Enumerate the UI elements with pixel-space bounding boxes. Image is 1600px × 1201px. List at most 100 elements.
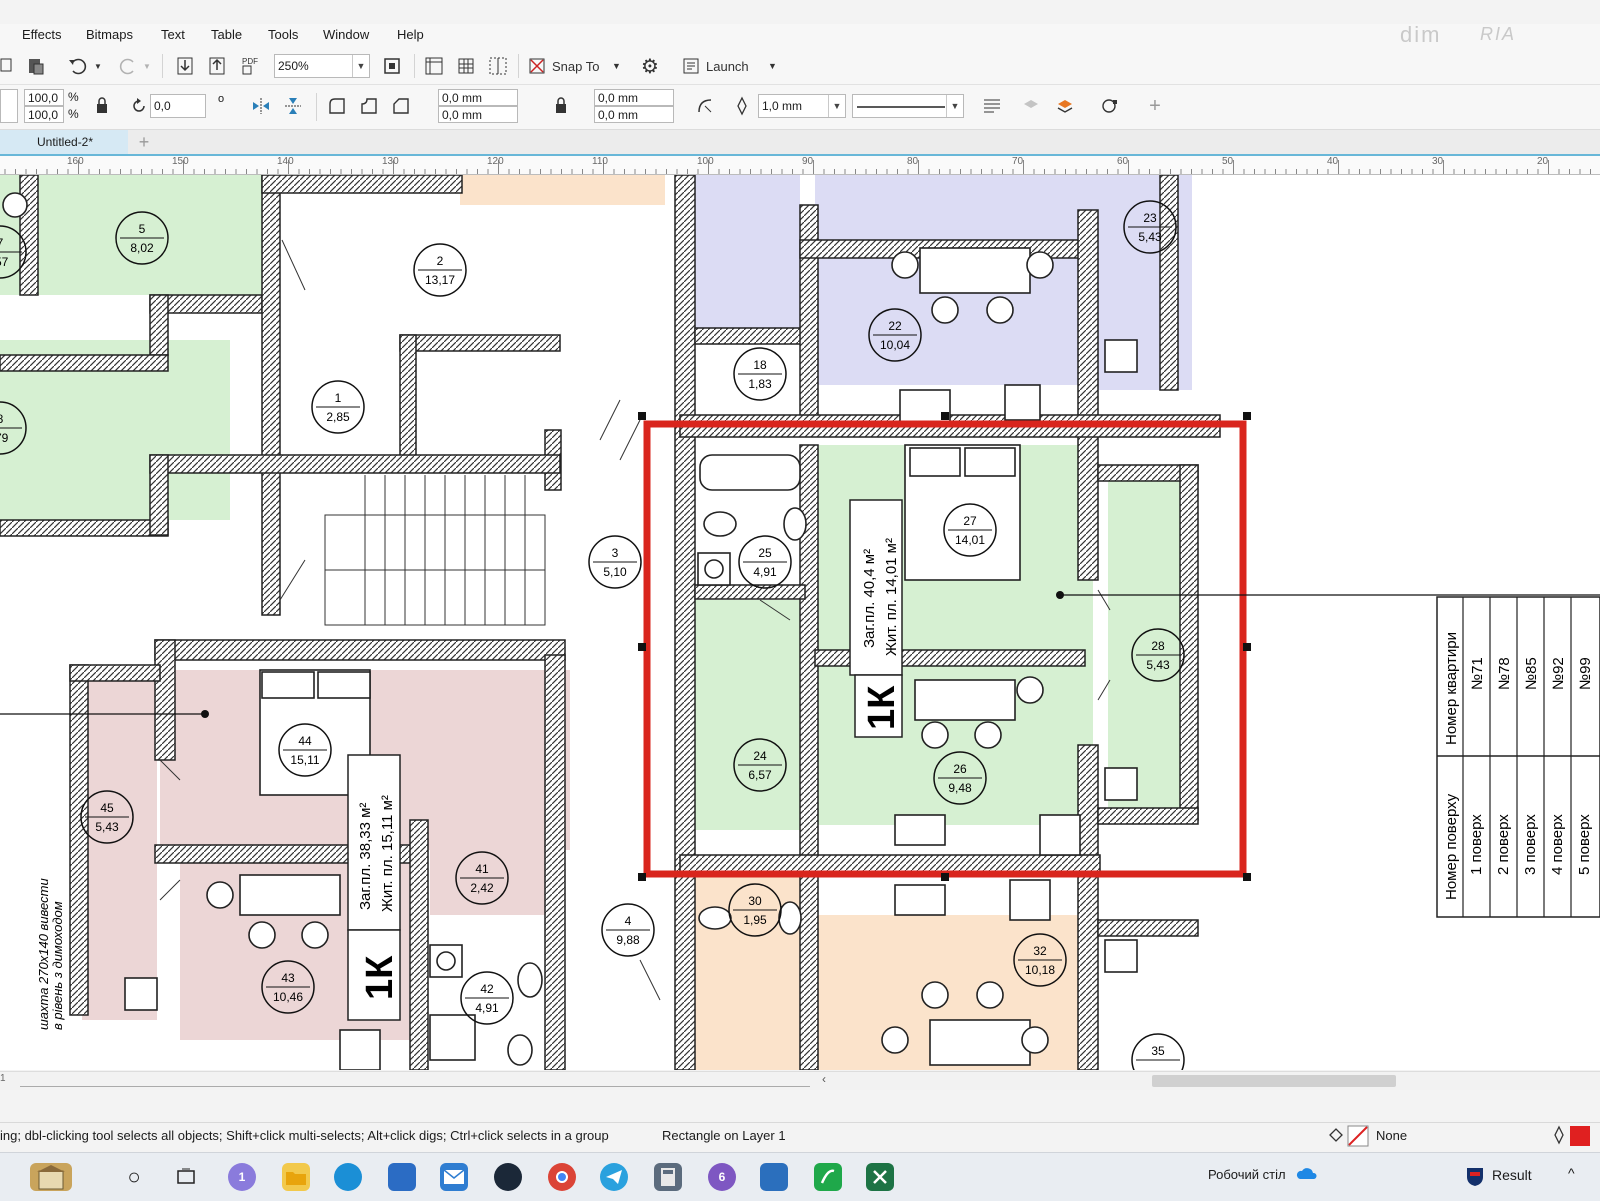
menu-help[interactable]: Help (397, 27, 424, 42)
store-app-icon[interactable] (388, 1163, 416, 1191)
desktop-toolbar-label[interactable]: Робочий стіл (1208, 1167, 1286, 1182)
menu-tools[interactable]: Tools (268, 27, 298, 42)
launch-app-icon[interactable] (680, 55, 702, 77)
scale-y-field[interactable]: 100,0 (24, 106, 64, 123)
options-gear-icon[interactable]: ⚙ (638, 54, 662, 78)
telegram-app-icon[interactable] (600, 1163, 628, 1191)
outline-width-chevron-icon[interactable]: ▼ (828, 95, 845, 117)
room-number: 28 (1151, 639, 1165, 653)
horizontal-scroll-thumb[interactable] (1152, 1075, 1396, 1087)
zoom-to-page-icon[interactable] (380, 55, 404, 77)
lock-ratio-icon[interactable] (92, 95, 112, 117)
room-number: 25 (758, 546, 772, 560)
rulers-icon[interactable] (422, 55, 446, 77)
steam-app-icon[interactable] (494, 1163, 522, 1191)
messenger-app-icon[interactable]: 1 (228, 1163, 256, 1191)
ruler-label: 120 (487, 156, 504, 167)
scallop-corner-icon[interactable] (358, 95, 380, 117)
word-document-icon[interactable] (760, 1163, 788, 1191)
zoom-dropdown-chevron-icon[interactable]: ▼ (352, 55, 369, 77)
copy-icon[interactable] (0, 56, 14, 76)
onedrive-cloud-icon[interactable] (1296, 1166, 1318, 1182)
coreldraw-app-icon[interactable] (814, 1163, 842, 1191)
viber-app-icon[interactable]: 6 (708, 1163, 736, 1191)
mirror-vertical-icon[interactable] (282, 95, 304, 117)
outline-pen-icon[interactable] (734, 95, 750, 117)
task-view-icon[interactable] (172, 1163, 200, 1191)
scroll-left-chevron-icon[interactable]: ‹ (822, 1072, 826, 1086)
grid-icon[interactable] (454, 55, 478, 77)
rotation-angle-field[interactable]: 0,0 (150, 94, 206, 118)
tray-overflow-chevron-icon[interactable]: ^ (1568, 1165, 1575, 1181)
horizontal-ruler[interactable]: 160 150 140 130 120 110 100 90 80 70 60 50 40 30 20 (0, 156, 1600, 175)
snap-dropdown-chevron-icon: ▼ (612, 61, 621, 71)
ruler-label: 90 (802, 156, 814, 167)
convert-to-curves-icon[interactable] (1098, 95, 1120, 117)
new-tab-plus-icon[interactable]: + (134, 132, 154, 152)
position-y-value: 0,0 mm (442, 107, 483, 122)
menu-window[interactable]: Window (323, 27, 369, 42)
lock-corners-icon[interactable] (552, 95, 570, 117)
outline-width-combo[interactable]: 1,0 mm ▼ (758, 94, 846, 118)
export-icon[interactable] (206, 56, 228, 76)
search-circle-icon[interactable]: ○ (120, 1163, 148, 1191)
scale-corners-icon[interactable] (694, 95, 716, 117)
line-style-combo[interactable]: ▼ (852, 94, 964, 118)
chrome-browser-icon[interactable] (548, 1163, 576, 1191)
guidelines-icon[interactable] (486, 55, 510, 77)
tab-untitled-2[interactable]: Untitled-2* (0, 130, 128, 154)
position-x-field[interactable]: 0,0 mm (438, 89, 518, 106)
wrap-text-icon[interactable] (980, 95, 1004, 117)
apartment-a-living-area: Жит. пл. 14,01 м² (883, 538, 900, 656)
corner-radius-y-field[interactable]: 0,0 mm (594, 106, 674, 123)
position-y-field[interactable]: 0,0 mm (438, 106, 518, 123)
nfl-weather-widget-icon[interactable] (1464, 1165, 1486, 1187)
edge-browser-icon[interactable] (334, 1163, 362, 1191)
table-apartment-cell: №78 (1496, 657, 1513, 690)
horizontal-scrollbar[interactable]: 1 ‹ (0, 1071, 1600, 1090)
no-fill-swatch-icon[interactable] (1347, 1125, 1369, 1147)
publish-pdf-icon[interactable]: PDF (238, 54, 262, 78)
drawing-canvas[interactable]: 58,027,57213,1712,858,7935,10181,832210,… (0, 175, 1600, 1070)
calculator-app-icon[interactable] (654, 1163, 682, 1191)
scale-x-field[interactable]: 100,0 (24, 89, 64, 106)
mail-app-icon[interactable] (440, 1163, 468, 1191)
room-number: 26 (953, 762, 967, 776)
arrange-layers-icon[interactable] (1054, 95, 1076, 117)
room-area: 13,17 (425, 273, 455, 287)
add-property-plus-icon[interactable]: + (1144, 95, 1166, 117)
redo-icon[interactable] (116, 56, 140, 76)
outline-color-swatch[interactable] (1570, 1126, 1590, 1146)
menu-bitmaps[interactable]: Bitmaps (86, 27, 133, 42)
file-explorer-icon[interactable] (282, 1163, 310, 1191)
fill-status: None (1376, 1128, 1408, 1143)
launch-dropdown-chevron-icon: ▼ (768, 61, 777, 71)
outline-pen-status-icon[interactable] (1552, 1125, 1566, 1145)
chamfer-corner-icon[interactable] (390, 95, 412, 117)
object-size-field[interactable] (0, 89, 18, 123)
undo-icon[interactable] (66, 56, 90, 76)
import-icon[interactable] (174, 56, 196, 76)
fill-bucket-icon[interactable] (1326, 1125, 1346, 1145)
undo-dropdown-chevron-icon[interactable]: ▼ (92, 56, 104, 76)
ruler-label: 30 (1432, 156, 1444, 167)
corner-radius-x-field[interactable]: 0,0 mm (594, 89, 674, 106)
snap-icon[interactable] (526, 55, 548, 77)
widget-result-label[interactable]: Result (1492, 1167, 1532, 1183)
paste-icon[interactable] (26, 56, 46, 76)
line-style-chevron-icon[interactable]: ▼ (946, 95, 963, 117)
round-corner-icon[interactable] (326, 95, 348, 117)
start-building-icon[interactable] (30, 1163, 72, 1191)
zoom-level-combo[interactable]: 250% ▼ (274, 54, 370, 78)
menu-effects[interactable]: Effects (22, 27, 62, 42)
launch-button[interactable]: Launch ▼ (706, 55, 786, 77)
rotate-icon[interactable] (128, 95, 150, 117)
excel-app-icon[interactable] (866, 1163, 894, 1191)
menu-table[interactable]: Table (211, 27, 242, 42)
page-navigator[interactable] (20, 1074, 810, 1087)
to-back-icon[interactable] (1020, 95, 1042, 117)
menu-text[interactable]: Text (161, 27, 185, 42)
redo-dropdown-chevron-icon[interactable]: ▼ (141, 56, 153, 76)
snap-to-button[interactable]: Snap To ▼ (552, 55, 622, 77)
mirror-horizontal-icon[interactable] (250, 95, 272, 117)
